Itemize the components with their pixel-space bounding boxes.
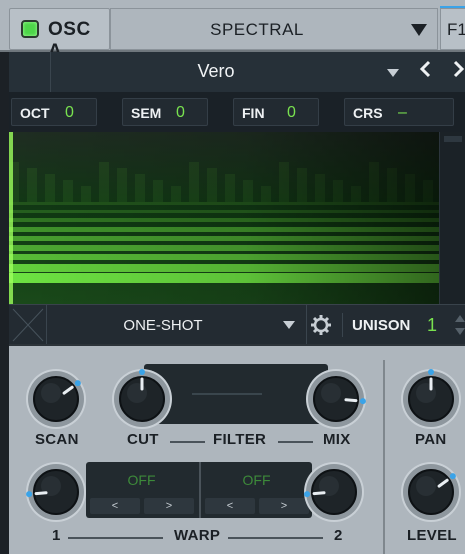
osc-toggle[interactable]: OSC A: [9, 8, 110, 62]
warp-slot-2-prev-button[interactable]: <: [205, 498, 255, 514]
stepper-up-icon[interactable]: [455, 315, 465, 322]
fine-control[interactable]: FIN 0: [233, 98, 319, 126]
fine-value[interactable]: 0: [287, 104, 296, 122]
cutoff-label: CUT: [127, 431, 159, 448]
remove-icon[interactable]: [9, 305, 47, 345]
warp-1-label: 1: [52, 527, 61, 544]
wavetable-name[interactable]: Vero: [51, 61, 381, 82]
octave-control[interactable]: OCT 0: [11, 98, 97, 126]
warp-rule-left: [68, 537, 163, 539]
filter-rule-left: [170, 441, 205, 443]
warp-slot-1[interactable]: OFF < >: [86, 462, 197, 518]
pitch-controls: OCT 0 SEM 0 FIN 0 CRS –: [9, 92, 465, 132]
dropdown-arrow-icon: [411, 24, 427, 36]
scan-label: SCAN: [35, 431, 79, 448]
spectrum-scrollbar[interactable]: [439, 132, 465, 304]
power-icon[interactable]: [21, 20, 39, 38]
stepper-down-icon[interactable]: [455, 328, 465, 335]
warp-slot-2[interactable]: OFF < >: [199, 462, 310, 518]
filter-curve: [192, 393, 262, 395]
warp-1-knob[interactable]: [22, 458, 90, 526]
filter-label: FILTER: [213, 431, 267, 448]
cutoff-knob[interactable]: [108, 365, 176, 433]
oscillator-header: OSC A SPECTRAL F1: [0, 0, 465, 62]
filter-route-button[interactable]: F1: [440, 8, 465, 50]
semitone-control[interactable]: SEM 0: [122, 98, 208, 126]
semitone-label: SEM: [131, 105, 162, 121]
synthesis-mode-dropdown[interactable]: SPECTRAL: [110, 8, 438, 50]
chevron-left-icon[interactable]: [413, 59, 437, 85]
coarse-label: CRS: [353, 105, 383, 121]
wavetable-dropdown-icon[interactable]: [387, 69, 399, 77]
wavetable-edit-area[interactable]: [9, 52, 51, 92]
warp-slot-2-value: OFF: [242, 472, 271, 488]
chevron-right-icon[interactable]: [447, 59, 465, 85]
warp-slot-1-next-button[interactable]: >: [144, 498, 194, 514]
spectrum-display[interactable]: [9, 132, 439, 304]
filter-route-label: F1: [447, 20, 465, 39]
unison-label: UNISON: [352, 317, 411, 334]
playback-mode-dropdown[interactable]: ONE-SHOT: [47, 305, 307, 345]
warp-label: WARP: [174, 527, 221, 544]
octave-label: OCT: [20, 105, 50, 121]
warp-slot-1-value: OFF: [127, 472, 156, 488]
warp-2-label: 2: [334, 527, 343, 544]
coarse-value[interactable]: –: [398, 104, 407, 122]
level-knob[interactable]: [397, 458, 465, 526]
synthesis-mode-label: SPECTRAL: [210, 20, 304, 39]
gear-icon[interactable]: [311, 315, 331, 335]
filter-rule-right: [278, 441, 313, 443]
wavetable-selector: Vero: [9, 52, 465, 92]
warp-rule-right: [228, 537, 323, 539]
octave-value[interactable]: 0: [65, 104, 74, 122]
semitone-value[interactable]: 0: [176, 104, 185, 122]
pan-knob[interactable]: [397, 365, 465, 433]
mix-label: MIX: [323, 431, 351, 448]
playback-mode-label: ONE-SHOT: [123, 317, 203, 334]
scroll-thumb[interactable]: [444, 136, 462, 142]
fine-label: FIN: [242, 105, 265, 121]
warp-slot-1-prev-button[interactable]: <: [90, 498, 140, 514]
mix-knob[interactable]: [302, 365, 370, 433]
unison-value[interactable]: 1: [427, 315, 437, 336]
pan-label: PAN: [415, 431, 447, 448]
scan-knob[interactable]: [22, 365, 90, 433]
divider: [342, 313, 343, 337]
spectrogram-graphic: [9, 132, 439, 304]
warp-selector: OFF < > OFF < >: [86, 462, 312, 518]
section-divider: [383, 360, 385, 554]
level-label: LEVEL: [407, 527, 457, 544]
dropdown-arrow-icon: [283, 321, 295, 329]
coarse-control[interactable]: CRS –: [344, 98, 454, 126]
playback-row: ONE-SHOT UNISON 1: [9, 304, 465, 345]
warp-2-knob[interactable]: [300, 458, 368, 526]
